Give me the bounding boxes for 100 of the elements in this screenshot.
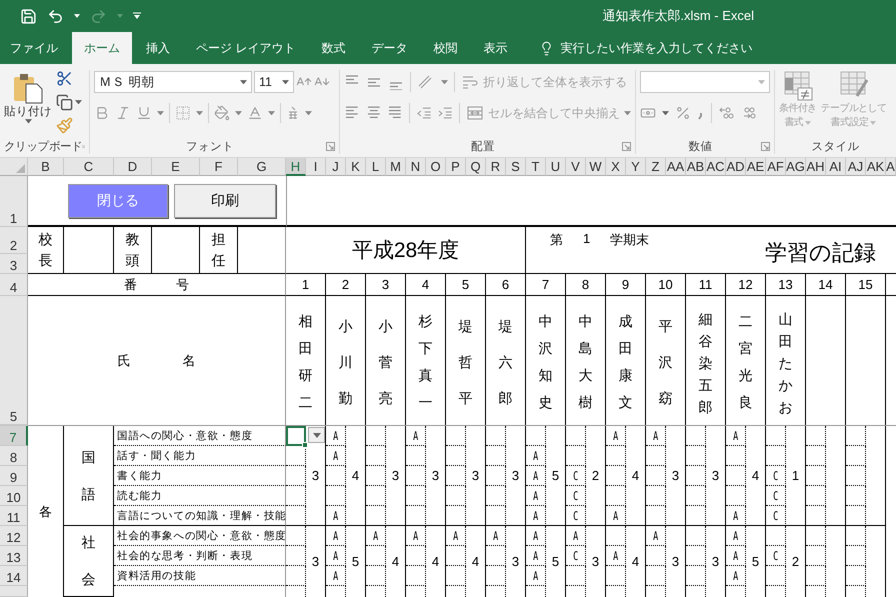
column-header[interactable]: A bbox=[886, 158, 896, 176]
align-center-icon[interactable] bbox=[366, 105, 382, 121]
column-header[interactable]: T bbox=[526, 158, 546, 176]
row-header[interactable]: 1 bbox=[0, 176, 28, 227]
column-header[interactable]: D bbox=[114, 158, 152, 176]
percent-icon[interactable] bbox=[675, 105, 691, 121]
launcher-icon[interactable] bbox=[622, 142, 631, 150]
row-header[interactable]: 3 bbox=[0, 254, 28, 274]
column-header[interactable]: I bbox=[306, 158, 326, 176]
table-cell bbox=[406, 486, 426, 506]
column-header[interactable]: C bbox=[64, 158, 114, 176]
table-cell bbox=[686, 446, 706, 466]
column-header[interactable]: R bbox=[486, 158, 506, 176]
launcher-icon[interactable] bbox=[326, 142, 335, 150]
table-cell bbox=[846, 546, 866, 566]
ribbon-tab[interactable]: ページ レイアウト bbox=[184, 32, 308, 64]
ribbon-tab[interactable]: 校閲 bbox=[421, 32, 470, 64]
font-color-icon[interactable] bbox=[247, 105, 263, 121]
table-cell bbox=[366, 546, 386, 566]
column-header[interactable]: Z bbox=[646, 158, 666, 176]
column-header[interactable]: AE bbox=[746, 158, 766, 176]
column-header[interactable]: U bbox=[546, 158, 566, 176]
column-header[interactable]: AK bbox=[866, 158, 886, 176]
column-header[interactable]: Q bbox=[466, 158, 486, 176]
row-header[interactable]: 8 bbox=[0, 446, 28, 466]
table-cell: 社会的な思考・判断・表現 bbox=[114, 546, 286, 566]
phonetic-icon[interactable] bbox=[286, 105, 300, 121]
italic-icon[interactable] bbox=[115, 105, 131, 121]
selected-cell[interactable] bbox=[286, 426, 306, 446]
row-header[interactable]: 5 bbox=[0, 296, 28, 425]
column-header[interactable]: X bbox=[606, 158, 626, 176]
redo-icon[interactable] bbox=[90, 8, 107, 24]
column-header[interactable]: H bbox=[286, 158, 306, 176]
column-header[interactable]: AC bbox=[706, 158, 726, 176]
undo-icon[interactable] bbox=[47, 8, 64, 24]
ribbon-tab[interactable]: 挿入 bbox=[134, 32, 182, 64]
column-header[interactable]: AD bbox=[726, 158, 746, 176]
column-header[interactable]: N bbox=[406, 158, 426, 176]
column-header[interactable]: K bbox=[346, 158, 366, 176]
row-header[interactable]: 13 bbox=[0, 546, 28, 566]
column-header[interactable]: AI bbox=[826, 158, 846, 176]
column-header[interactable]: V bbox=[566, 158, 586, 176]
font-size-field[interactable]: 11 bbox=[254, 71, 294, 93]
scissors-icon[interactable] bbox=[56, 70, 73, 87]
align-left-icon[interactable] bbox=[344, 105, 360, 121]
column-header[interactable]: AF bbox=[766, 158, 786, 176]
decrease-indent-icon[interactable] bbox=[416, 105, 432, 121]
select-all-icon[interactable] bbox=[16, 164, 25, 173]
fill-color-icon[interactable] bbox=[214, 105, 230, 121]
print-button[interactable]: 印刷 bbox=[174, 184, 276, 218]
ribbon-tab[interactable]: ファイル bbox=[0, 32, 70, 64]
dropdown-button[interactable] bbox=[308, 427, 325, 443]
column-header[interactable]: Y bbox=[626, 158, 646, 176]
underline-icon[interactable] bbox=[136, 105, 152, 121]
column-header[interactable]: B bbox=[28, 158, 64, 176]
column-header[interactable]: G bbox=[238, 158, 286, 176]
row-header[interactable]: 10 bbox=[0, 486, 28, 506]
ribbon-tab[interactable]: 数式 bbox=[309, 32, 358, 64]
increase-decimal-icon[interactable] bbox=[718, 105, 734, 121]
column-header[interactable]: AH bbox=[806, 158, 826, 176]
increase-indent-icon[interactable] bbox=[437, 105, 454, 121]
copy-icon[interactable] bbox=[56, 94, 73, 110]
font-name-field[interactable]: ＭＳ 明朝 bbox=[94, 71, 252, 93]
row-header[interactable]: 14 bbox=[0, 566, 28, 586]
align-right-icon[interactable] bbox=[387, 105, 403, 121]
row-header[interactable]: 7 bbox=[0, 426, 28, 446]
launcher-icon[interactable] bbox=[761, 142, 770, 150]
table-cell bbox=[286, 486, 306, 506]
ribbon-tab[interactable]: 表示 bbox=[471, 32, 520, 64]
customize-icon[interactable] bbox=[133, 12, 141, 20]
column-header[interactable]: O bbox=[426, 158, 446, 176]
row-header[interactable]: 4 bbox=[0, 274, 28, 296]
column-header[interactable]: AB bbox=[686, 158, 706, 176]
column-header[interactable]: E bbox=[152, 158, 200, 176]
column-header[interactable]: P bbox=[446, 158, 466, 176]
paste-button[interactable]: 貼り付け bbox=[4, 70, 52, 138]
ribbon-tab[interactable]: データ bbox=[359, 32, 420, 64]
paintbrush-icon[interactable] bbox=[56, 117, 73, 134]
save-icon[interactable] bbox=[20, 8, 37, 24]
row-header[interactable]: 12 bbox=[0, 526, 28, 546]
column-header[interactable]: AA bbox=[666, 158, 686, 176]
tell-me-field[interactable]: 実行したい作業を入力してください bbox=[558, 40, 798, 56]
borders-icon[interactable] bbox=[175, 105, 191, 121]
column-header[interactable]: S bbox=[506, 158, 526, 176]
number-format-field[interactable] bbox=[640, 71, 770, 93]
column-header[interactable]: AG bbox=[786, 158, 806, 176]
table-cell bbox=[806, 466, 826, 486]
column-header[interactable]: M bbox=[386, 158, 406, 176]
row-header[interactable]: 9 bbox=[0, 466, 28, 486]
ribbon-tab[interactable]: ホーム bbox=[72, 32, 132, 64]
column-header[interactable]: W bbox=[586, 158, 606, 176]
column-header[interactable]: L bbox=[366, 158, 386, 176]
table-cell: 4 bbox=[466, 526, 486, 597]
column-header[interactable]: J bbox=[326, 158, 346, 176]
row-header[interactable] bbox=[0, 586, 28, 597]
row-header[interactable]: 2 bbox=[0, 227, 28, 254]
column-header[interactable]: AJ bbox=[846, 158, 866, 176]
row-header[interactable]: 11 bbox=[0, 506, 28, 526]
table-cell: 5 bbox=[746, 526, 766, 597]
column-header[interactable]: F bbox=[200, 158, 238, 176]
